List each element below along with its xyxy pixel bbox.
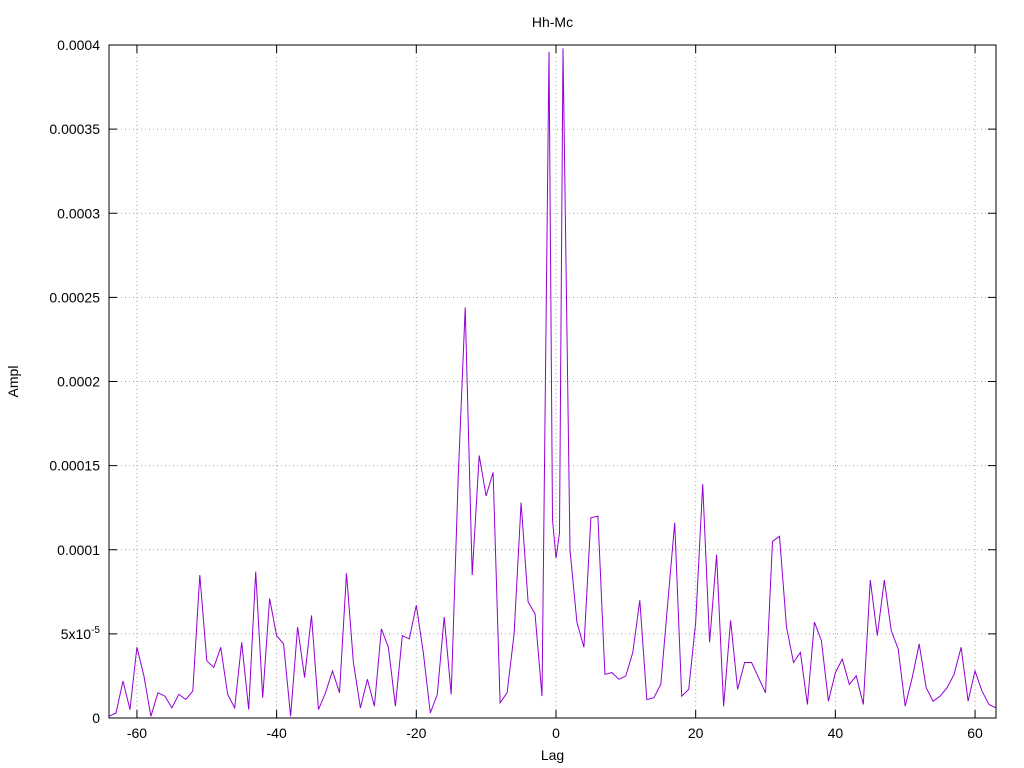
- x-tick-labels: -60 -40 -20 0 20 40 60: [127, 725, 983, 741]
- series-line: [108, 48, 997, 717]
- x-tick-label: 40: [828, 725, 844, 741]
- x-tick-label: 20: [688, 725, 704, 741]
- y-axis-label: Ampl: [5, 366, 21, 398]
- axis-ticks: [109, 44, 996, 719]
- line-chart: -60 -40 -20 0 20 40 60 0 5x10-5 0.0001 0.00015 0.0…: [5, 14, 997, 763]
- plot-frame: [108, 44, 997, 719]
- x-tick-label: 0: [552, 725, 560, 741]
- y-tick-label: 0.0004: [57, 37, 100, 53]
- y-tick-label: 0.00025: [49, 289, 100, 305]
- y-tick-label: 0.00035: [49, 121, 100, 137]
- y-tick-label: 0.00015: [49, 458, 100, 474]
- grid-lines: [109, 45, 996, 718]
- y-tick-label: 0.0001: [57, 542, 100, 558]
- y-tick-label: 5x10-5: [61, 625, 101, 642]
- y-tick-labels: 0 5x10-5 0.0001 0.00015 0.0002 0.00025 0.0003 0…: [49, 37, 100, 726]
- x-axis-label: Lag: [541, 747, 564, 763]
- x-tick-label: -40: [267, 725, 287, 741]
- x-tick-label: -60: [127, 725, 147, 741]
- y-tick-label: 0.0003: [57, 205, 100, 221]
- y-tick-label: 0: [92, 710, 100, 726]
- x-tick-label: -20: [406, 725, 426, 741]
- chart-title: Hh-Mc: [532, 14, 573, 30]
- y-tick-label: 0.0002: [57, 374, 100, 390]
- x-tick-label: 60: [967, 725, 983, 741]
